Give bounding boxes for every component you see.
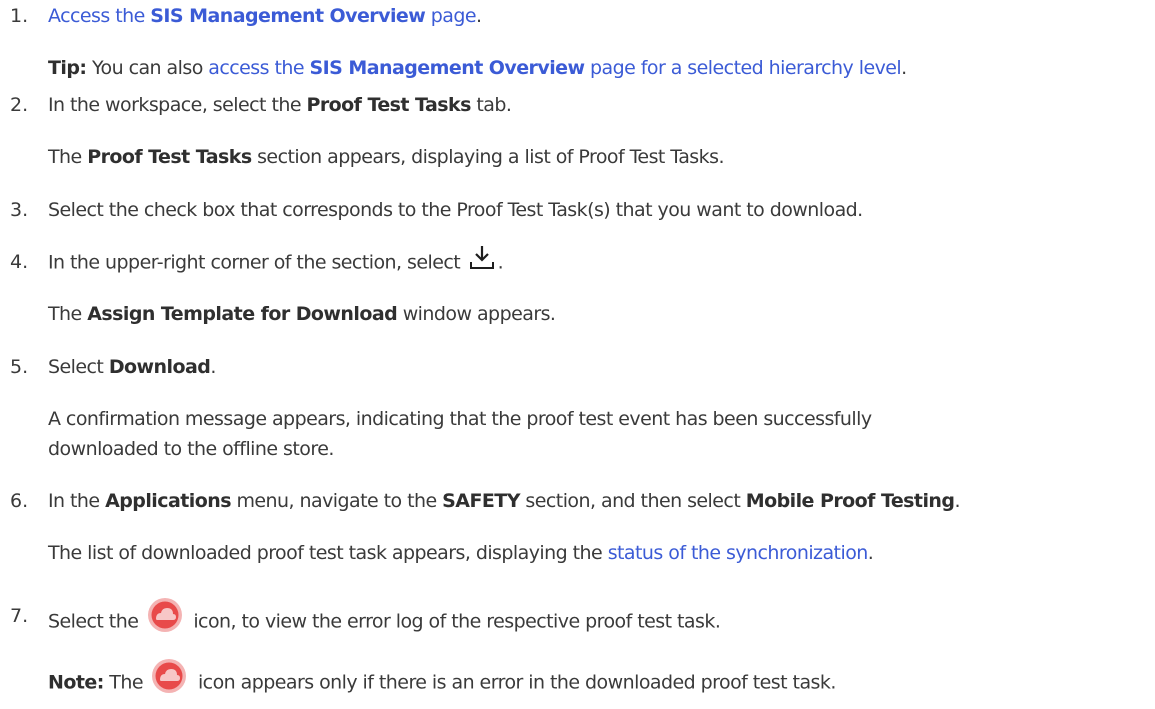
step-3-text: Select the check box that corresponds to… [48,199,863,221]
step-2-result: The Proof Test Tasks section appears, di… [48,146,725,168]
step-6-result: The list of downloaded proof test task a… [48,542,874,564]
step-number-6: 6. [10,490,29,512]
procedure-document: 1. Access the SIS Management Overview pa… [0,0,1155,709]
cloud-error-icon [146,596,184,634]
step-4-result: The Assign Template for Download window … [48,303,556,325]
step-4-text: In the upper-right corner of the section… [48,246,504,277]
sync-status-link[interactable]: status of the synchronization [608,542,869,564]
step-number-1: 1. [10,5,29,27]
step-1-text: Access the SIS Management Overview page. [48,5,482,27]
tip-text: Tip: You can also access the SIS Managem… [48,57,907,79]
step-number-5: 5. [10,356,29,378]
step-5-result-line-1: A confirmation message appears, indicati… [48,408,872,430]
step-number-4: 4. [10,251,29,273]
step-number-2: 2. [10,94,29,116]
note-label: Note: [48,671,104,694]
sis-overview-link[interactable]: Access the SIS Management Overview page [48,5,477,27]
cloud-error-icon [150,657,188,695]
note-text: Note: The icon appears only if there is … [48,659,836,702]
step-5-text: Select Download. [48,356,216,378]
step-5-result-line-2: downloaded to the offline store. [48,438,334,460]
step-7-text: Select the icon, to view the error log o… [48,598,721,641]
sis-overview-hierarchy-link[interactable]: access the SIS Management Overview page … [208,57,901,79]
step-2-text: In the workspace, select the Proof Test … [48,94,512,116]
step-6-text: In the Applications menu, navigate to th… [48,490,960,512]
step-number-7: 7. [10,605,29,627]
tip-label: Tip: [48,57,87,79]
download-icon [468,243,496,271]
step-number-3: 3. [10,199,29,221]
